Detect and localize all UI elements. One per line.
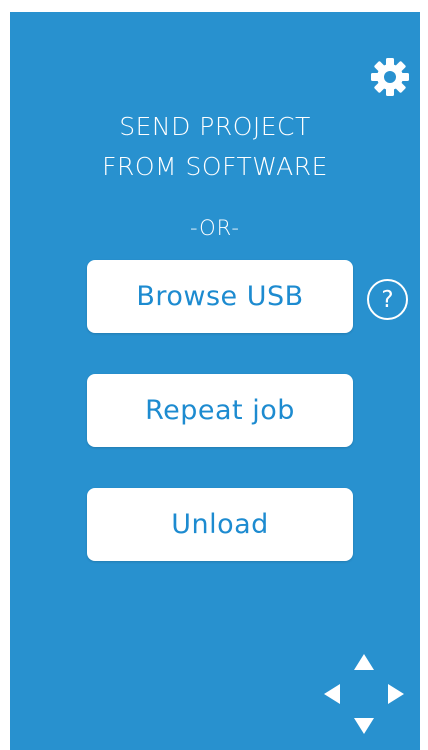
arrow-down-icon[interactable] <box>352 714 376 738</box>
title-line-1: SEND PROJECT <box>119 112 311 141</box>
browse-usb-button[interactable]: Browse USB <box>87 260 353 333</box>
arrow-up-icon[interactable] <box>352 650 376 674</box>
or-separator: -OR- <box>189 216 240 240</box>
printer-touchscreen: SEND PROJECT FROM SOFTWARE -OR- Browse U… <box>10 12 420 750</box>
page-title: SEND PROJECT FROM SOFTWARE <box>10 107 420 187</box>
repeat-job-button[interactable]: Repeat job <box>87 374 353 447</box>
gear-icon[interactable] <box>365 52 415 102</box>
arrow-right-icon[interactable] <box>384 682 408 706</box>
help-label: ? <box>381 286 394 313</box>
arrow-left-icon[interactable] <box>320 682 344 706</box>
help-icon[interactable]: ? <box>367 279 408 320</box>
unload-button[interactable]: Unload <box>87 488 353 561</box>
title-line-2: FROM SOFTWARE <box>102 152 328 181</box>
